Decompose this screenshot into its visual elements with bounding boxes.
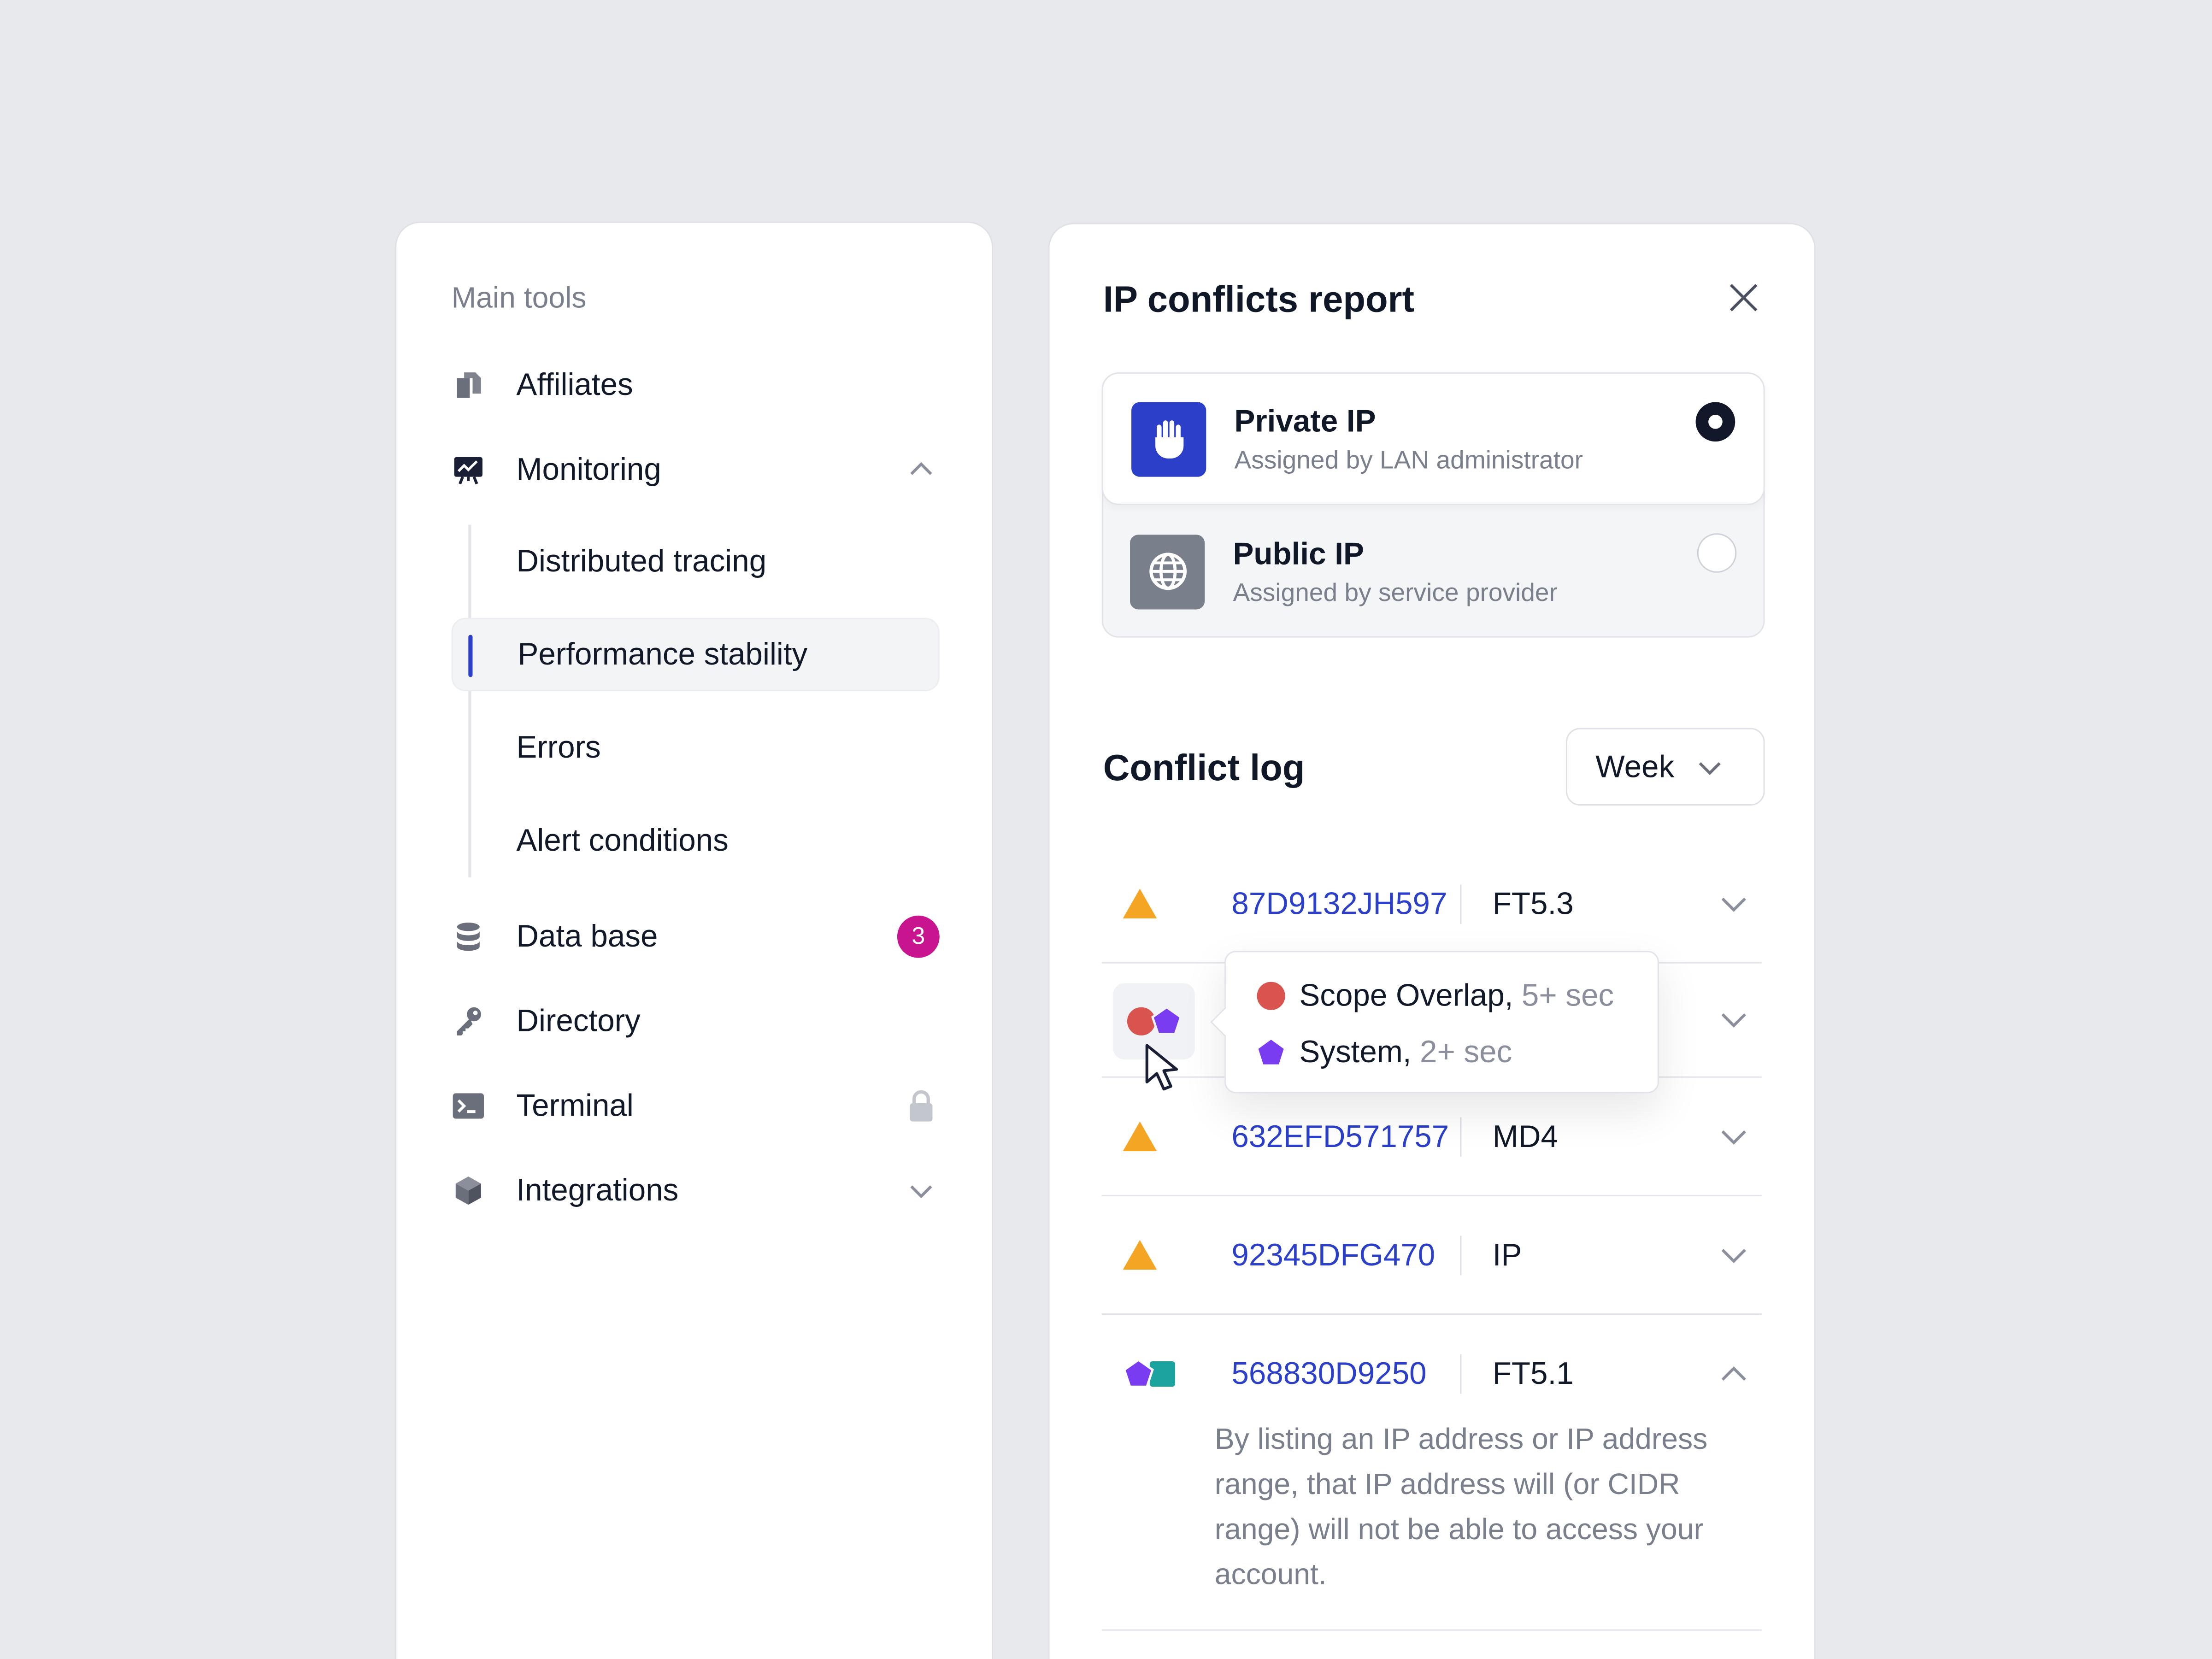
conflict-log-title: Conflict log: [1103, 746, 1305, 789]
stage: Main tools Affiliates Monitoring Distrib…: [0, 0, 2212, 1659]
mouse-cursor-icon: [1145, 1044, 1178, 1091]
chevron-down-icon: [1694, 751, 1725, 782]
separator: [1460, 1235, 1462, 1275]
pentagon-square-icon: [1122, 1353, 1206, 1395]
period-value: Week: [1595, 748, 1675, 784]
conflict-type: FT5.1: [1492, 1355, 1574, 1391]
conflict-type: FT5.3: [1492, 885, 1574, 921]
section-label: Main tools: [451, 282, 587, 315]
table-row[interactable]: 87D9132JH597 FT5.3: [1101, 845, 1762, 964]
tooltip-line: System, 2+ sec: [1257, 1034, 1512, 1071]
purple-pentagon-icon: [1257, 1038, 1285, 1066]
sidebar-subitem-distributed-tracing[interactable]: Distributed tracing: [452, 525, 940, 598]
table-row[interactable]: 92345DFG470 IP: [1101, 1196, 1762, 1315]
key-icon: [452, 1005, 485, 1038]
conflict-id-link[interactable]: 92345DFG470: [1231, 1236, 1452, 1273]
chevron-up-icon[interactable]: [903, 452, 940, 488]
sidebar-item-directory[interactable]: Directory: [452, 985, 940, 1058]
sidebar-item-label: Monitoring: [516, 451, 661, 487]
sidebar-item-integrations[interactable]: Integrations: [452, 1154, 940, 1227]
chevron-up-icon[interactable]: [1714, 1354, 1753, 1394]
sidebar-item-monitoring[interactable]: Monitoring: [452, 433, 940, 506]
report-panel: IP conflicts report Private IP Assigned …: [1048, 223, 1816, 1659]
tooltip: Scope Overlap, 5+ sec System, 2+ sec: [1224, 951, 1659, 1094]
radio-unselected[interactable]: [1697, 533, 1737, 573]
sidebar-subitem-alert-conditions[interactable]: Alert conditions: [452, 804, 940, 877]
documents-icon: [452, 368, 485, 402]
chevron-down-icon[interactable]: [1714, 1000, 1753, 1040]
database-icon: [452, 920, 485, 953]
sidebar-item-label: Integrations: [516, 1172, 679, 1208]
sidebar-subitem-performance-stability[interactable]: Performance stability: [451, 618, 940, 691]
sidebar-subitem-errors[interactable]: Errors: [452, 711, 940, 784]
sidebar-item-database[interactable]: Data base 3: [452, 900, 940, 973]
separator: [1460, 1354, 1462, 1394]
chevron-down-icon[interactable]: [903, 1172, 940, 1209]
panel-title: IP conflicts report: [1103, 278, 1415, 320]
count-badge: 3: [897, 915, 940, 958]
globe-icon: [1130, 534, 1205, 609]
lock-icon: [903, 1088, 940, 1124]
conflict-type: MD4: [1492, 1118, 1558, 1153]
tooltip-line: Scope Overlap, 5+ sec: [1257, 977, 1614, 1014]
table-row-expanded[interactable]: 568830D9250 FT5.1: [1102, 1315, 1762, 1433]
warning-icon: [1122, 882, 1206, 925]
cube-icon: [452, 1174, 485, 1207]
tooltip-label: Scope Overlap,: [1299, 977, 1513, 1013]
option-subtitle: Assigned by LAN administrator: [1234, 445, 1583, 474]
option-title: Private IP: [1234, 402, 1376, 438]
conflict-id-link[interactable]: 632EFD571757: [1231, 1118, 1452, 1155]
divider: [1101, 1629, 1762, 1631]
separator: [1460, 1116, 1462, 1156]
option-subtitle: Assigned by service provider: [1233, 577, 1558, 606]
public-ip-option[interactable]: Public IP Assigned by service provider: [1102, 505, 1765, 638]
period-select[interactable]: Week: [1565, 728, 1765, 806]
sidebar-item-label: Directory: [516, 1003, 641, 1039]
tooltip-detail: 2+ sec: [1420, 1034, 1512, 1070]
conflict-description: By listing an IP address or IP address r…: [1214, 1423, 1708, 1592]
private-ip-option[interactable]: Private IP Assigned by LAN administrator: [1101, 372, 1765, 505]
chevron-down-icon[interactable]: [1714, 1117, 1753, 1157]
conflict-id-link[interactable]: 87D9132JH597: [1231, 885, 1452, 922]
close-icon[interactable]: [1721, 275, 1766, 320]
chevron-down-icon[interactable]: [1714, 1236, 1753, 1276]
sidebar-panel: Main tools Affiliates Monitoring Distrib…: [395, 221, 994, 1659]
hand-icon: [1131, 401, 1206, 477]
sidebar-item-terminal[interactable]: Terminal: [452, 1069, 940, 1142]
conflict-type: IP: [1492, 1236, 1522, 1272]
red-circle-icon: [1257, 982, 1285, 1010]
warning-icon: [1122, 1115, 1206, 1158]
sidebar-item-affiliates[interactable]: Affiliates: [452, 348, 940, 422]
chevron-down-icon[interactable]: [1714, 884, 1753, 924]
tooltip-label: System,: [1299, 1034, 1412, 1070]
sidebar-item-label: Affiliates: [516, 366, 633, 402]
option-title: Public IP: [1233, 535, 1364, 571]
sidebar-item-label: Data base: [516, 918, 658, 954]
terminal-icon: [452, 1089, 485, 1123]
ip-type-radio-group: Private IP Assigned by LAN administrator…: [1101, 372, 1765, 638]
separator: [1460, 883, 1462, 924]
chart-board-icon: [452, 453, 485, 487]
table-row[interactable]: 632EFD571757 MD4: [1101, 1078, 1762, 1196]
radio-selected[interactable]: [1695, 402, 1735, 442]
sidebar-item-label: Terminal: [516, 1088, 634, 1123]
tooltip-detail: 5+ sec: [1521, 977, 1614, 1013]
conflict-id-link[interactable]: 568830D9250: [1231, 1356, 1452, 1393]
warning-icon: [1122, 1234, 1206, 1276]
